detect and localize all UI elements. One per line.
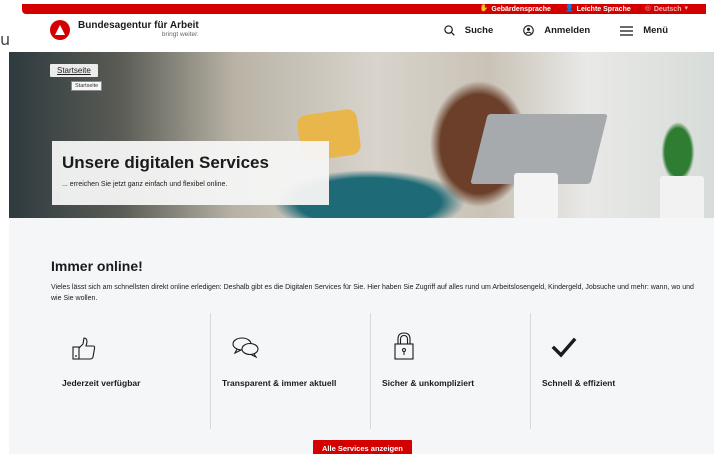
main-nav: Suche Anmelden Menü	[444, 25, 668, 36]
menu-button[interactable]: Menü	[620, 25, 668, 36]
logo-mark-icon	[50, 20, 70, 40]
language-selector-label: Deutsch	[653, 5, 682, 13]
search-label: Suche	[464, 25, 494, 36]
login-label: Anmelden	[544, 25, 591, 36]
section-title: Immer online!	[51, 258, 143, 274]
breadcrumb-home-link[interactable]: Startseite	[50, 64, 98, 77]
chat-bubbles-icon	[232, 337, 259, 359]
checkmark-icon	[551, 337, 577, 358]
services-section: Immer online! Vieles lässt sich am schne…	[9, 218, 714, 454]
feature-item: Sicher & unkompliziert	[371, 313, 531, 429]
globe-icon: ◎	[644, 5, 651, 12]
easy-language-label: Leichte Sprache	[576, 5, 631, 13]
lock-icon	[394, 332, 414, 360]
login-button[interactable]: Anmelden	[523, 25, 590, 36]
feature-label: Transparent & immer aktuell	[222, 378, 337, 388]
feature-label: Schnell & effizient	[542, 378, 616, 388]
hero-subtitle: ... erreichen Sie jetzt ganz einfach und…	[62, 181, 228, 188]
feature-item: Transparent & immer aktuell	[211, 313, 371, 429]
utility-links: ✋ Gebärdensprache 👤 Leichte Sprache ◎ De…	[480, 4, 688, 14]
feature-list: Jederzeit verfügbar Transparent & immer …	[51, 313, 691, 429]
menu-label: Menü	[643, 25, 668, 36]
section-description: Vieles lässt sich am schnellsten direkt …	[51, 284, 694, 302]
thumbs-up-icon	[72, 337, 96, 360]
hero-text-card: Unsere digitalen Services ... erreichen …	[52, 141, 329, 205]
easy-language-icon: 👤	[564, 5, 574, 12]
logo-text: Bundesagentur für Arbeit bringt weiter.	[78, 21, 199, 39]
breadcrumb-tooltip: Startseite	[71, 81, 103, 91]
search-icon	[444, 25, 455, 36]
site-logo[interactable]: Bundesagentur für Arbeit bringt weiter.	[50, 20, 199, 40]
sign-language-icon: ✋	[479, 5, 489, 12]
logo-claim: bringt weiter.	[161, 31, 199, 39]
easy-language-link[interactable]: 👤 Leichte Sprache	[565, 4, 631, 14]
hero-photo-pot	[660, 176, 704, 218]
hamburger-menu-icon	[620, 25, 634, 36]
feature-label: Jederzeit verfügbar	[62, 378, 141, 388]
chevron-down-icon: ▾	[684, 5, 688, 12]
feature-item: Jederzeit verfügbar	[51, 313, 211, 429]
hero-banner: Startseite Startseite Unsere digitalen S…	[9, 52, 714, 218]
sign-language-link[interactable]: ✋ Gebärdensprache	[480, 4, 551, 14]
all-services-button[interactable]: Alle Services anzeigen	[313, 440, 412, 454]
site-header: Bundesagentur für Arbeit bringt weiter. …	[22, 14, 706, 52]
feature-label: Sicher & unkompliziert	[382, 378, 475, 388]
language-selector[interactable]: ◎ Deutsch ▾	[645, 4, 688, 14]
search-button[interactable]: Suche	[444, 25, 494, 36]
sign-language-label: Gebärdensprache	[491, 5, 551, 13]
hero-title: Unsere digitalen Services	[62, 153, 269, 172]
top-utility-bar: ✋ Gebärdensprache 👤 Leichte Sprache ◎ De…	[22, 4, 706, 14]
hero-photo-cup	[514, 173, 558, 218]
feature-item: Schnell & effizient	[531, 313, 691, 429]
logo-name: Bundesagentur für Arbeit	[78, 20, 199, 32]
page-edge-glyph: u	[0, 30, 11, 49]
user-icon	[523, 25, 535, 36]
